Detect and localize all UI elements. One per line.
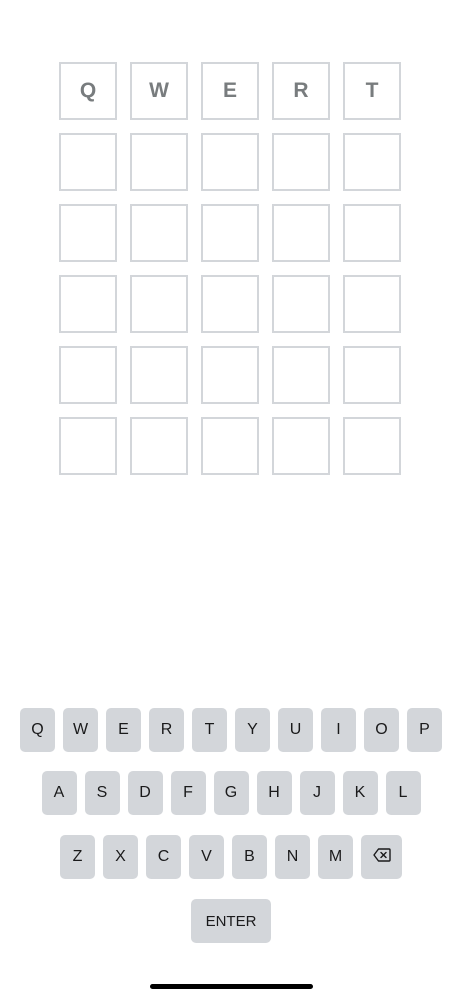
board-tile: [59, 204, 117, 262]
key-f[interactable]: F: [170, 771, 206, 815]
board-tile: [343, 275, 401, 333]
key-h[interactable]: H: [256, 771, 292, 815]
keyboard-row-2: A S D F G H J K L: [0, 771, 462, 815]
board-tile: E: [201, 62, 259, 120]
key-u[interactable]: U: [278, 708, 313, 752]
board-tile: [59, 133, 117, 191]
key-z[interactable]: Z: [60, 835, 95, 879]
key-o[interactable]: O: [364, 708, 399, 752]
keyboard-row-3: Z X C V B N M: [0, 835, 462, 879]
board-tile: [272, 204, 330, 262]
keyboard-row-1: Q W E R T Y U I O P: [0, 708, 462, 752]
game-board: Q W E R T: [59, 62, 403, 475]
board-tile: [343, 346, 401, 404]
board-tile: [272, 133, 330, 191]
board-tile: [130, 417, 188, 475]
board-tile: Q: [59, 62, 117, 120]
board-tile: [201, 204, 259, 262]
key-j[interactable]: J: [299, 771, 335, 815]
board-tile: [343, 204, 401, 262]
key-x[interactable]: X: [103, 835, 138, 879]
board-tile: [201, 417, 259, 475]
backspace-icon: [372, 847, 391, 867]
backspace-key[interactable]: [361, 835, 402, 879]
home-indicator[interactable]: [150, 984, 313, 989]
board-tile: [130, 346, 188, 404]
key-r[interactable]: R: [149, 708, 184, 752]
board-tile: [272, 346, 330, 404]
key-g[interactable]: G: [213, 771, 249, 815]
board-tile: [343, 417, 401, 475]
board-tile: [59, 346, 117, 404]
board-row: [59, 346, 403, 404]
board-tile: [59, 275, 117, 333]
board-row: [59, 204, 403, 262]
board-row: [59, 133, 403, 191]
key-b[interactable]: B: [232, 835, 267, 879]
key-w[interactable]: W: [63, 708, 98, 752]
board-tile: [272, 417, 330, 475]
key-t[interactable]: T: [192, 708, 227, 752]
key-a[interactable]: A: [41, 771, 77, 815]
key-p[interactable]: P: [407, 708, 442, 752]
board-tile: [130, 275, 188, 333]
board-tile: [201, 346, 259, 404]
key-l[interactable]: L: [385, 771, 421, 815]
board-tile: [130, 133, 188, 191]
key-d[interactable]: D: [127, 771, 163, 815]
key-k[interactable]: K: [342, 771, 378, 815]
key-e[interactable]: E: [106, 708, 141, 752]
board-tile: W: [130, 62, 188, 120]
board-row: [59, 275, 403, 333]
key-q[interactable]: Q: [20, 708, 55, 752]
board-row: [59, 417, 403, 475]
keyboard-row-4: ENTER: [0, 899, 462, 943]
board-tile: [201, 133, 259, 191]
board-tile: T: [343, 62, 401, 120]
key-s[interactable]: S: [84, 771, 120, 815]
board-tile: [201, 275, 259, 333]
key-c[interactable]: C: [146, 835, 181, 879]
key-m[interactable]: M: [318, 835, 353, 879]
key-n[interactable]: N: [275, 835, 310, 879]
key-v[interactable]: V: [189, 835, 224, 879]
board-tile: R: [272, 62, 330, 120]
board-tile: [343, 133, 401, 191]
board-tile: [130, 204, 188, 262]
key-i[interactable]: I: [321, 708, 356, 752]
key-y[interactable]: Y: [235, 708, 270, 752]
board-row: Q W E R T: [59, 62, 403, 120]
board-tile: [59, 417, 117, 475]
enter-key[interactable]: ENTER: [191, 899, 271, 943]
board-tile: [272, 275, 330, 333]
